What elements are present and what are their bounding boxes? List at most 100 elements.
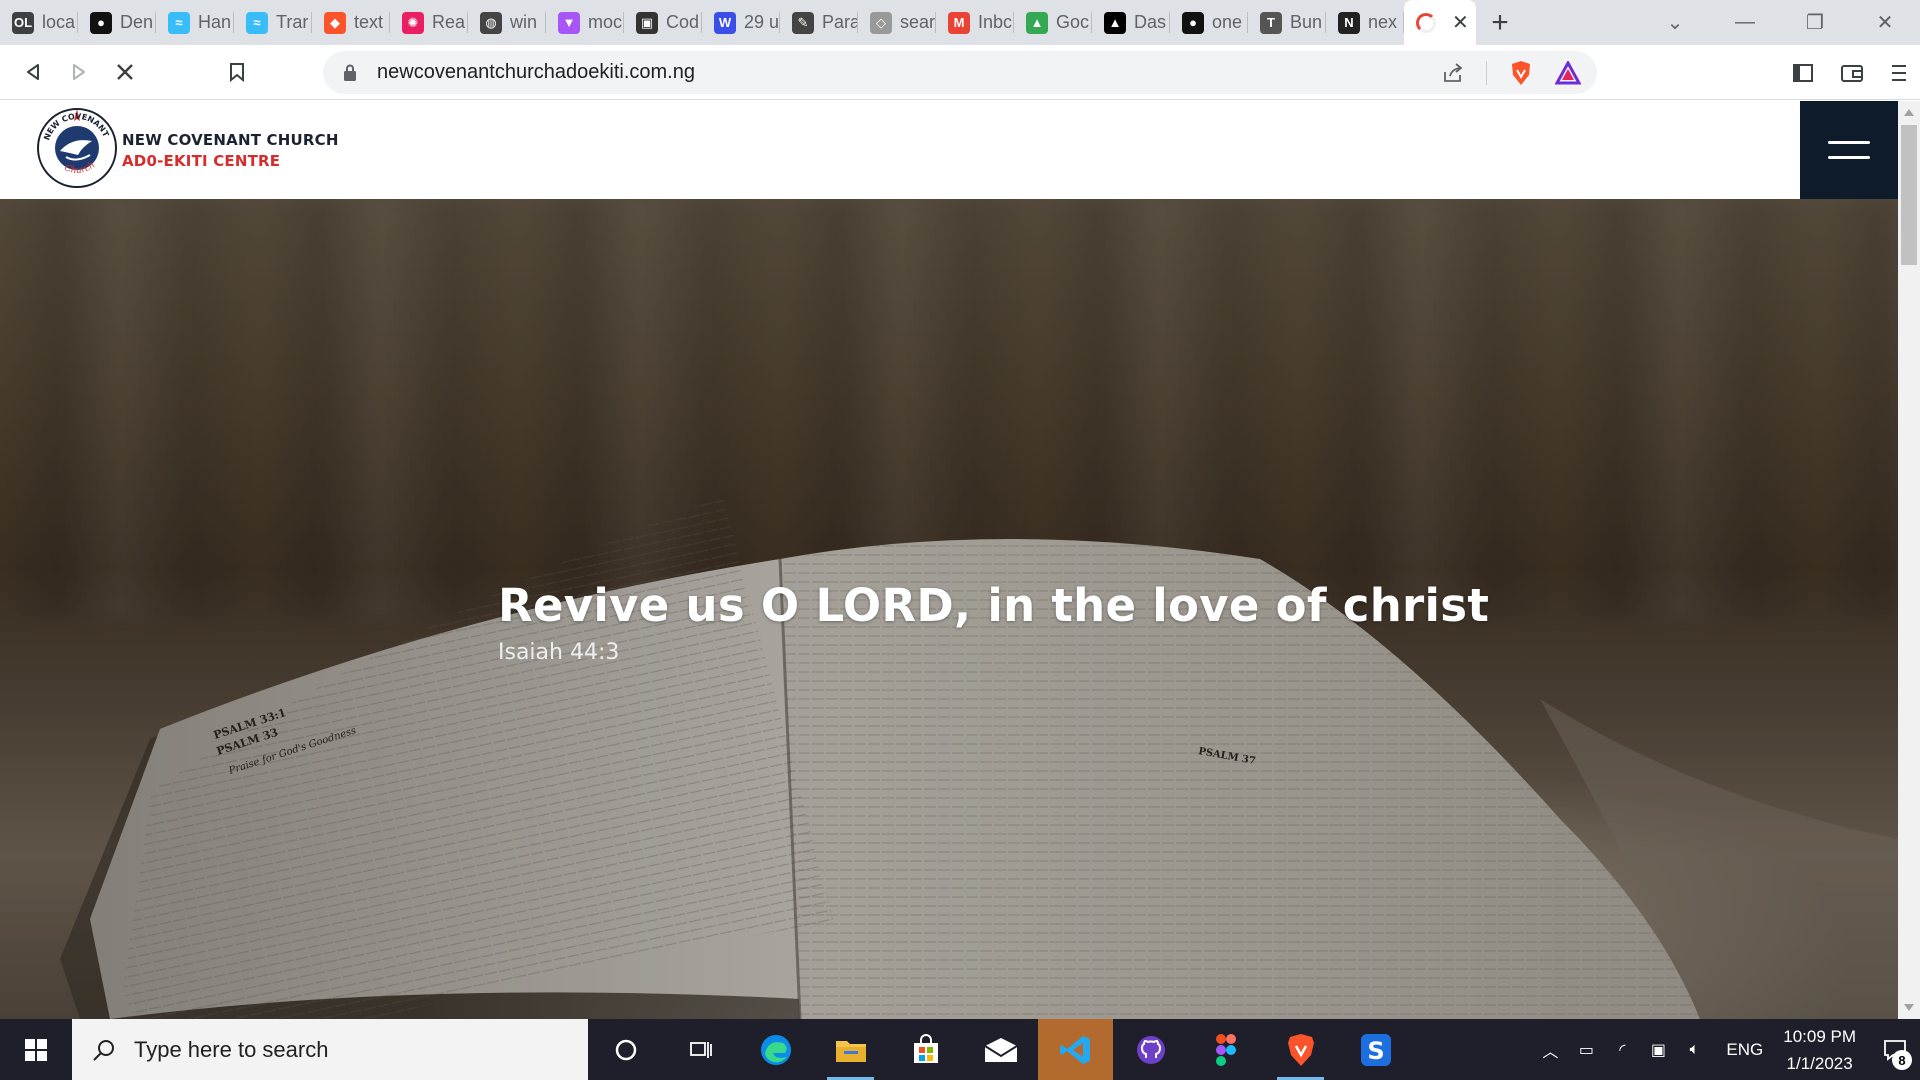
- codepen-icon: ▣: [636, 11, 658, 34]
- tab-14[interactable]: ▲ Goc: [1014, 0, 1092, 45]
- forward-button[interactable]: [56, 49, 102, 95]
- minimize-icon[interactable]: —: [1710, 11, 1780, 34]
- brave-rewards-icon[interactable]: [1555, 60, 1581, 85]
- tab-9[interactable]: ▣ Cod: [624, 0, 702, 45]
- tab-label: sear: [900, 12, 936, 32]
- tab-15[interactable]: ▲ Das: [1092, 0, 1170, 45]
- new-tab-button[interactable]: +: [1476, 0, 1524, 45]
- hamburger-menu-button[interactable]: [1800, 101, 1898, 199]
- notification-center-button[interactable]: 8: [1870, 1019, 1920, 1080]
- globe-icon: ◍: [480, 11, 502, 34]
- tab-5[interactable]: ◆ text: [312, 0, 390, 45]
- tab-active[interactable]: I ✕: [1404, 0, 1476, 45]
- tab-3[interactable]: ≈ Han: [156, 0, 234, 45]
- brave-shield-icon: ◆: [324, 11, 346, 34]
- scroll-down-icon[interactable]: [1904, 1004, 1914, 1011]
- tab-8[interactable]: ▼ moc: [546, 0, 624, 45]
- clock-date: 1/1/2023: [1786, 1053, 1853, 1073]
- github-icon: ●: [1182, 11, 1204, 34]
- folder-icon: [835, 1040, 866, 1062]
- tab-1[interactable]: OL loca: [0, 0, 78, 45]
- share-icon[interactable]: [1442, 62, 1464, 83]
- cortana-icon: [615, 1039, 636, 1060]
- battery-icon[interactable]: ▭: [1568, 1040, 1604, 1060]
- tab-17[interactable]: T Bun: [1248, 0, 1326, 45]
- restore-icon[interactable]: ❐: [1780, 10, 1850, 35]
- tab-label: Inbc: [978, 12, 1013, 32]
- taskbar-edge[interactable]: [738, 1019, 813, 1080]
- tab-label: Goc: [1056, 12, 1090, 32]
- tab-search-icon[interactable]: ⌄: [1640, 10, 1710, 35]
- github-icon: ●: [90, 11, 112, 34]
- n-icon: N: [1338, 11, 1360, 34]
- bookmark-icon: [230, 63, 244, 82]
- tab-4[interactable]: ≈ Trar: [234, 0, 312, 45]
- tab-18[interactable]: Nnex: [1326, 0, 1404, 45]
- wifi-icon[interactable]: ◜: [1604, 1040, 1640, 1060]
- hero-banner: PSALM 33:1 PSALM 33 Praise for God's Goo…: [0, 199, 1898, 1019]
- meeting-icon[interactable]: ▣: [1640, 1040, 1676, 1060]
- scroll-thumb[interactable]: [1901, 125, 1917, 265]
- show-hidden-icons-icon[interactable]: ︿: [1532, 1038, 1568, 1062]
- tab-label: 29 u: [744, 12, 780, 32]
- scroll-up-icon[interactable]: [1904, 109, 1914, 116]
- vite-icon: ▼: [558, 11, 580, 34]
- github-desktop-icon: [1136, 1035, 1165, 1064]
- taskbar-figma[interactable]: [1188, 1019, 1263, 1080]
- cortana-button[interactable]: [588, 1019, 663, 1080]
- brand-name[interactable]: NEW COVENANT CHURCH AD0-EKITI CENTRE: [122, 131, 339, 170]
- address-bar[interactable]: newcovenantchurchadoekiti.com.ng: [323, 51, 1597, 94]
- figma-icon: [1215, 1033, 1236, 1066]
- taskbar-vscode[interactable]: [1038, 1019, 1113, 1080]
- tab-6[interactable]: ✺ Rea: [390, 0, 468, 45]
- tab-2[interactable]: ● Den: [78, 0, 156, 45]
- close-tab-icon[interactable]: ✕: [1452, 10, 1469, 35]
- taskbar-s-app[interactable]: S: [1338, 1019, 1413, 1080]
- t-icon: T: [1260, 11, 1282, 34]
- volume-icon[interactable]: 🔈︎: [1676, 1041, 1712, 1059]
- tab-12[interactable]: ◇ sear: [858, 0, 936, 45]
- brave-shields-icon[interactable]: [1509, 60, 1533, 86]
- start-button[interactable]: [0, 1019, 72, 1080]
- tab-11[interactable]: ✎ Para: [780, 0, 858, 45]
- brave-icon: [1287, 1033, 1314, 1066]
- taskbar-mail[interactable]: [963, 1019, 1038, 1080]
- site-header: NEW COVENANT Church NEW COVENANT CHURCH …: [0, 101, 1898, 199]
- windows-taskbar: Type here to search S ︿ ▭ ◜ ▣ 🔈︎ ENG 10:…: [0, 1019, 1920, 1080]
- tab-13[interactable]: M Inbc: [936, 0, 1014, 45]
- tab-16[interactable]: ● one: [1170, 0, 1248, 45]
- gmail-icon: M: [948, 11, 970, 34]
- tab-10[interactable]: W 29 u: [702, 0, 780, 45]
- sidebar-icon[interactable]: [1792, 63, 1814, 83]
- notification-count-badge: 8: [1892, 1050, 1912, 1070]
- stop-button[interactable]: [102, 49, 148, 95]
- taskbar-search[interactable]: Type here to search: [72, 1019, 588, 1080]
- tab-label: loca: [42, 12, 76, 32]
- taskbar-store[interactable]: [888, 1019, 963, 1080]
- edge-icon: [760, 1034, 791, 1065]
- taskbar-brave[interactable]: [1263, 1019, 1338, 1080]
- wallet-icon[interactable]: [1840, 63, 1864, 83]
- task-view-button[interactable]: [663, 1019, 738, 1080]
- window-controls: ⌄ — ❐ ✕: [1640, 0, 1920, 45]
- tab-label: Bun: [1290, 12, 1323, 32]
- forward-icon: [73, 64, 85, 80]
- s-app-icon: S: [1360, 1033, 1391, 1066]
- svg-text:S: S: [1367, 1037, 1384, 1065]
- back-button[interactable]: [10, 49, 56, 95]
- language-indicator[interactable]: ENG: [1726, 1040, 1763, 1060]
- menu-icon[interactable]: [1890, 63, 1908, 83]
- tab-label: Trar: [276, 12, 309, 32]
- clock[interactable]: 10:09 PM 1/1/2023: [1783, 1023, 1856, 1077]
- taskbar-file-explorer[interactable]: [813, 1019, 888, 1080]
- toolbar-right: [1792, 45, 1908, 100]
- taskbar-github-desktop[interactable]: [1113, 1019, 1188, 1080]
- close-window-icon[interactable]: ✕: [1850, 10, 1920, 35]
- bookmark-button[interactable]: [214, 49, 260, 95]
- tab-label: one: [1212, 12, 1243, 32]
- feather-icon: ✎: [792, 11, 814, 34]
- hamburger-line: [1828, 141, 1870, 144]
- page-scrollbar[interactable]: [1898, 101, 1920, 1019]
- church-logo[interactable]: NEW COVENANT Church: [36, 107, 118, 189]
- tab-7[interactable]: ◍ win: [468, 0, 546, 45]
